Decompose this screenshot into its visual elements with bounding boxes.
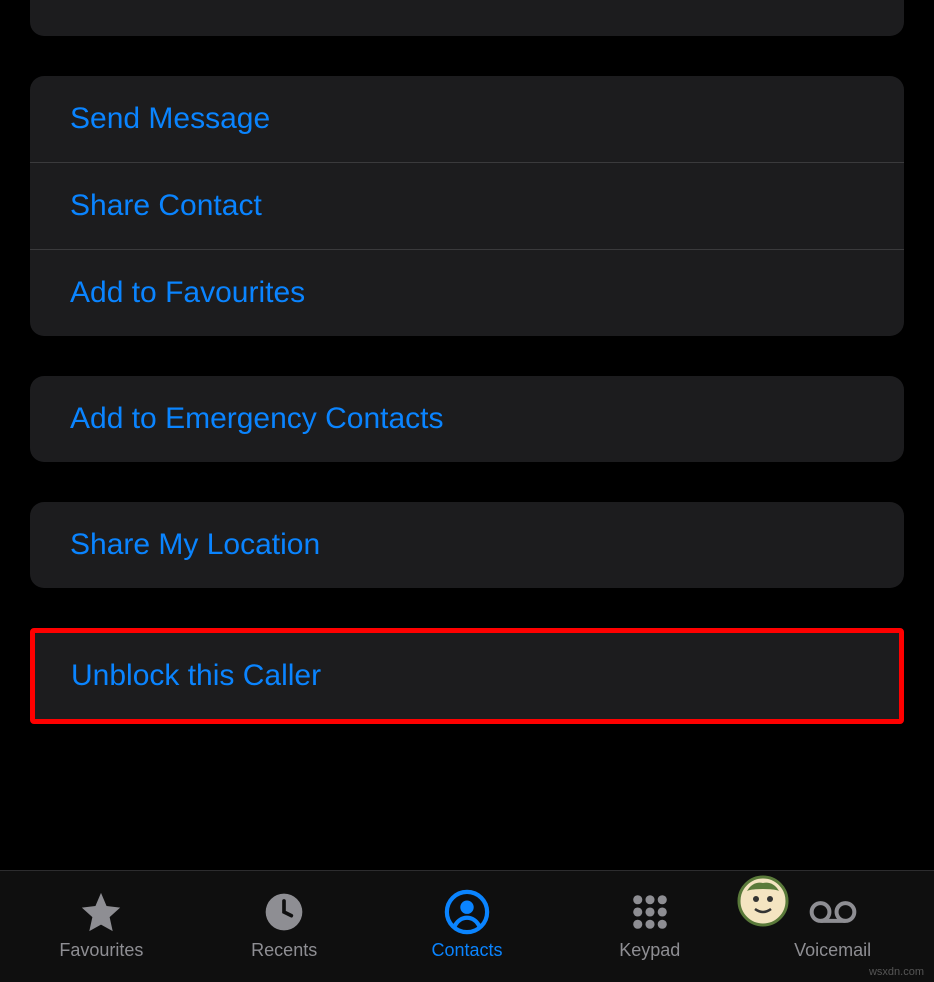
actions-group-3: Share My Location bbox=[30, 502, 904, 588]
watermark-text: wsxdn.com bbox=[869, 966, 924, 978]
send-message-row[interactable]: Send Message bbox=[30, 76, 904, 163]
share-my-location-row[interactable]: Share My Location bbox=[30, 502, 904, 588]
tab-contacts-label: Contacts bbox=[431, 940, 502, 961]
actions-group-2: Add to Emergency Contacts bbox=[30, 376, 904, 462]
tab-keypad-label: Keypad bbox=[619, 940, 680, 961]
appuals-logo-overlay bbox=[737, 875, 789, 927]
tab-voicemail-label: Voicemail bbox=[794, 940, 871, 961]
share-contact-row[interactable]: Share Contact bbox=[30, 163, 904, 250]
tab-keypad[interactable]: Keypad bbox=[558, 888, 741, 961]
previous-section-bottom bbox=[30, 0, 904, 36]
clock-icon bbox=[260, 888, 308, 936]
person-circle-icon bbox=[443, 888, 491, 936]
tab-contacts[interactable]: Contacts bbox=[376, 888, 559, 961]
actions-group-1: Send Message Share Contact Add to Favour… bbox=[30, 76, 904, 336]
tab-recents-label: Recents bbox=[251, 940, 317, 961]
unblock-this-caller-row[interactable]: Unblock this Caller bbox=[35, 633, 899, 719]
voicemail-icon bbox=[809, 888, 857, 936]
actions-group-4-highlighted: Unblock this Caller bbox=[30, 628, 904, 724]
star-icon bbox=[77, 888, 125, 936]
tab-favourites[interactable]: Favourites bbox=[10, 888, 193, 961]
add-to-favourites-row[interactable]: Add to Favourites bbox=[30, 250, 904, 336]
tab-bar: Favourites Recents Contacts Keypad Voi bbox=[0, 870, 934, 982]
tab-recents[interactable]: Recents bbox=[193, 888, 376, 961]
keypad-icon bbox=[626, 888, 674, 936]
tab-favourites-label: Favourites bbox=[59, 940, 143, 961]
add-emergency-contacts-row[interactable]: Add to Emergency Contacts bbox=[30, 376, 904, 462]
